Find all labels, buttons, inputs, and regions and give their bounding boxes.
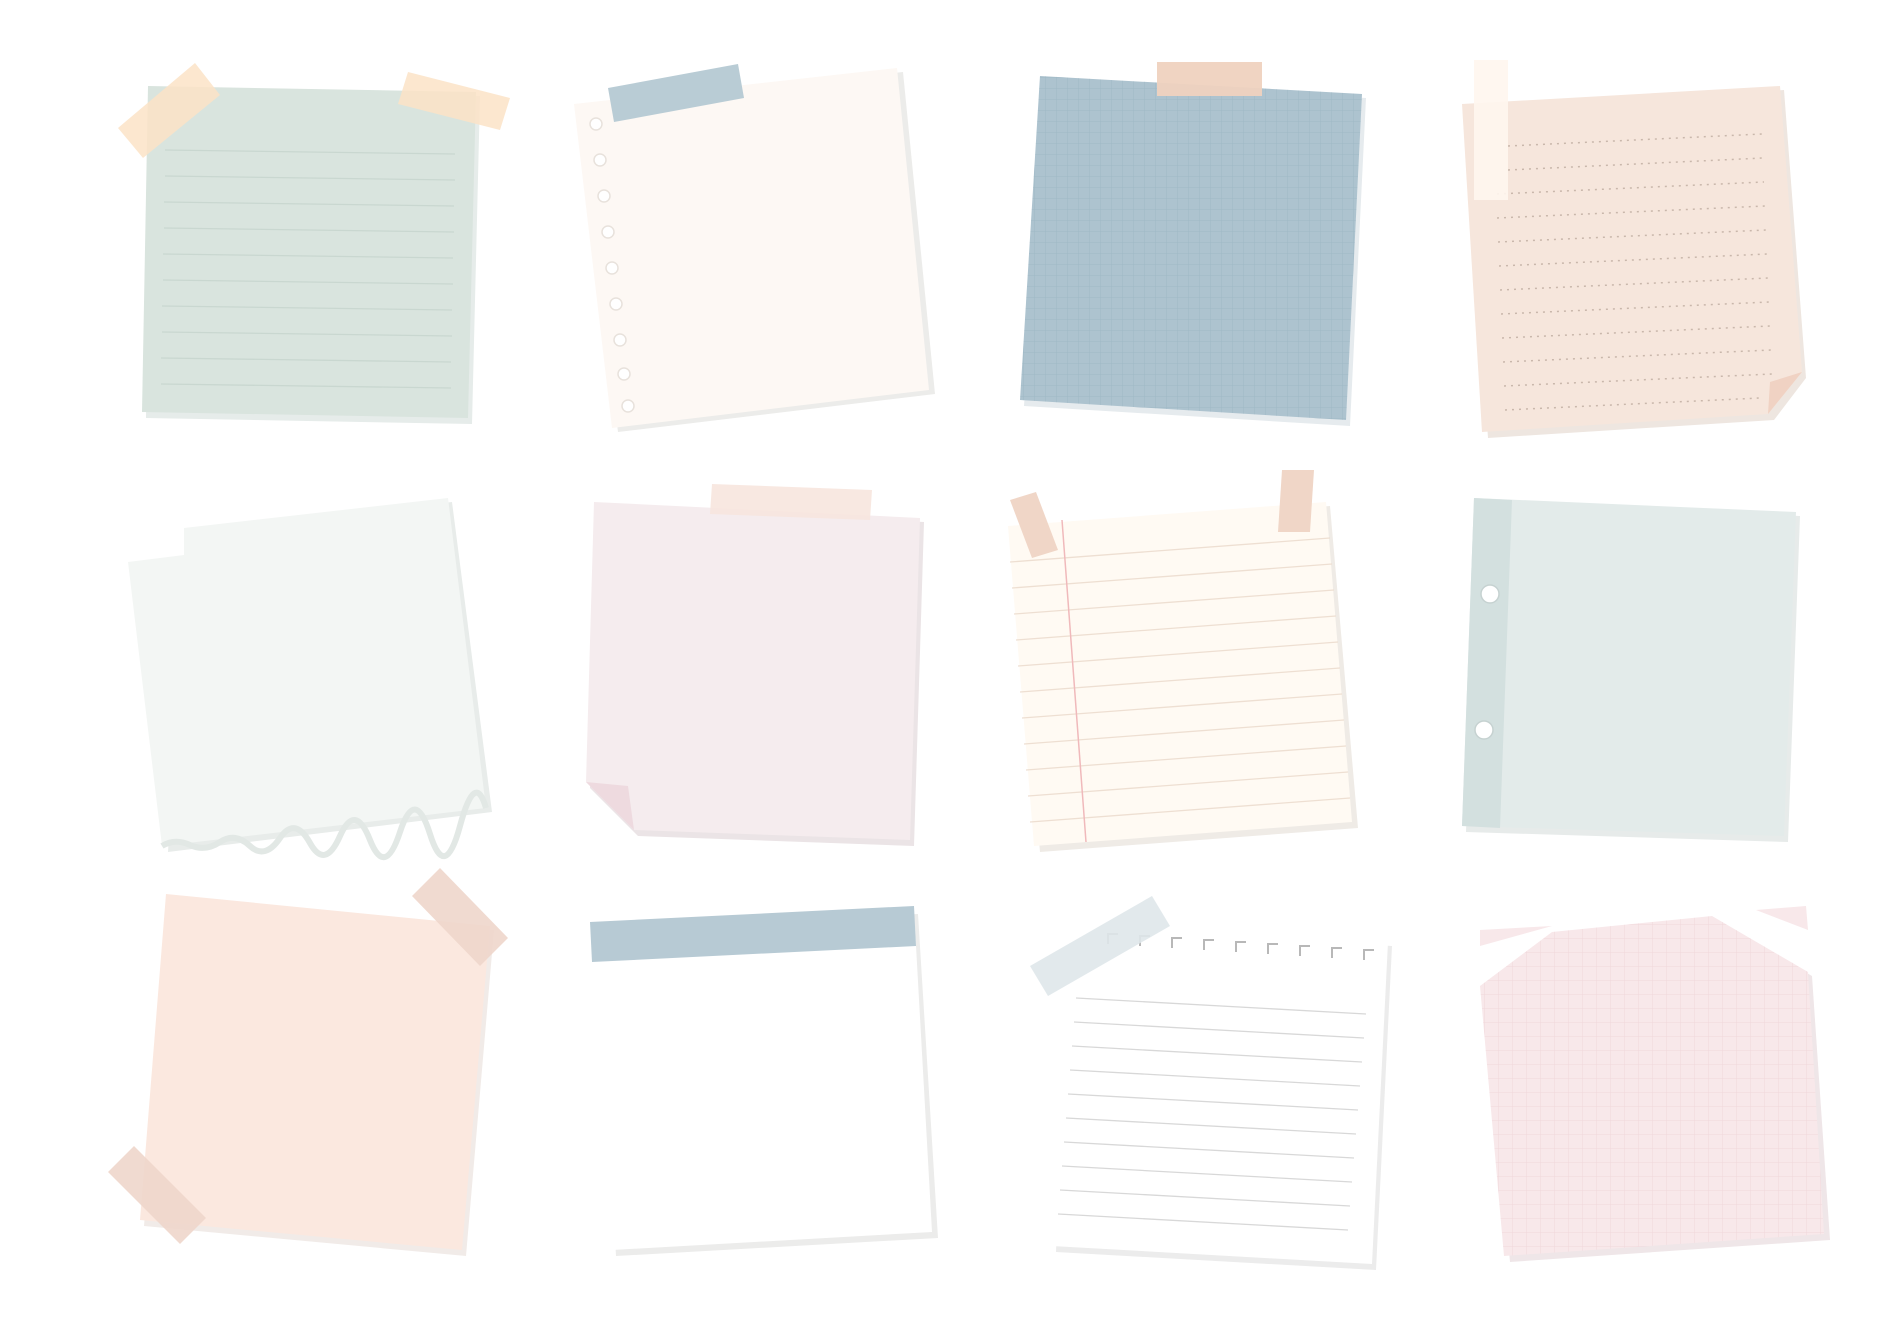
- note-peach-plain-paper: [140, 894, 490, 1250]
- binder-hole: [1474, 720, 1494, 740]
- note-white-notebook: [1030, 896, 1392, 1270]
- note-peach-plain: [108, 868, 508, 1256]
- note-blue-grid: [1020, 62, 1366, 426]
- folded-corner: [586, 782, 634, 830]
- washi-tape: [1474, 60, 1508, 200]
- note-sage-lined: [118, 63, 510, 424]
- note-blush-plain-paper: [586, 502, 920, 840]
- washi-tape: [1278, 470, 1314, 532]
- note-peach-dotted-paper: [1462, 86, 1802, 432]
- note-grey-binder: [1462, 498, 1800, 842]
- note-ivory-legal: [1008, 470, 1358, 852]
- corner-piece: [1756, 906, 1808, 930]
- grid-pattern: [1020, 76, 1362, 420]
- note-pink-grid: [1480, 906, 1830, 1262]
- sticky-notes-canvas: [108, 60, 1830, 1270]
- note-white-header: [590, 906, 938, 1256]
- note-ivory-legal-paper: [1008, 502, 1352, 846]
- note-grey-binder-paper: [1462, 498, 1796, 836]
- washi-tape: [1157, 62, 1262, 96]
- binder-hole: [1480, 584, 1500, 604]
- note-mint-torn-paper: [128, 498, 486, 846]
- note-blush-plain: [586, 484, 924, 846]
- note-sage-lined-paper: [142, 86, 476, 418]
- grid-pattern: [1480, 916, 1824, 1256]
- note-mint-torn: [128, 498, 492, 861]
- note-cream-spiral: [574, 64, 935, 432]
- note-white-header-paper: [594, 910, 932, 1250]
- note-white-notebook-paper: [1052, 924, 1388, 1264]
- washi-tape: [710, 484, 872, 520]
- note-peach-dotted: [1462, 60, 1806, 438]
